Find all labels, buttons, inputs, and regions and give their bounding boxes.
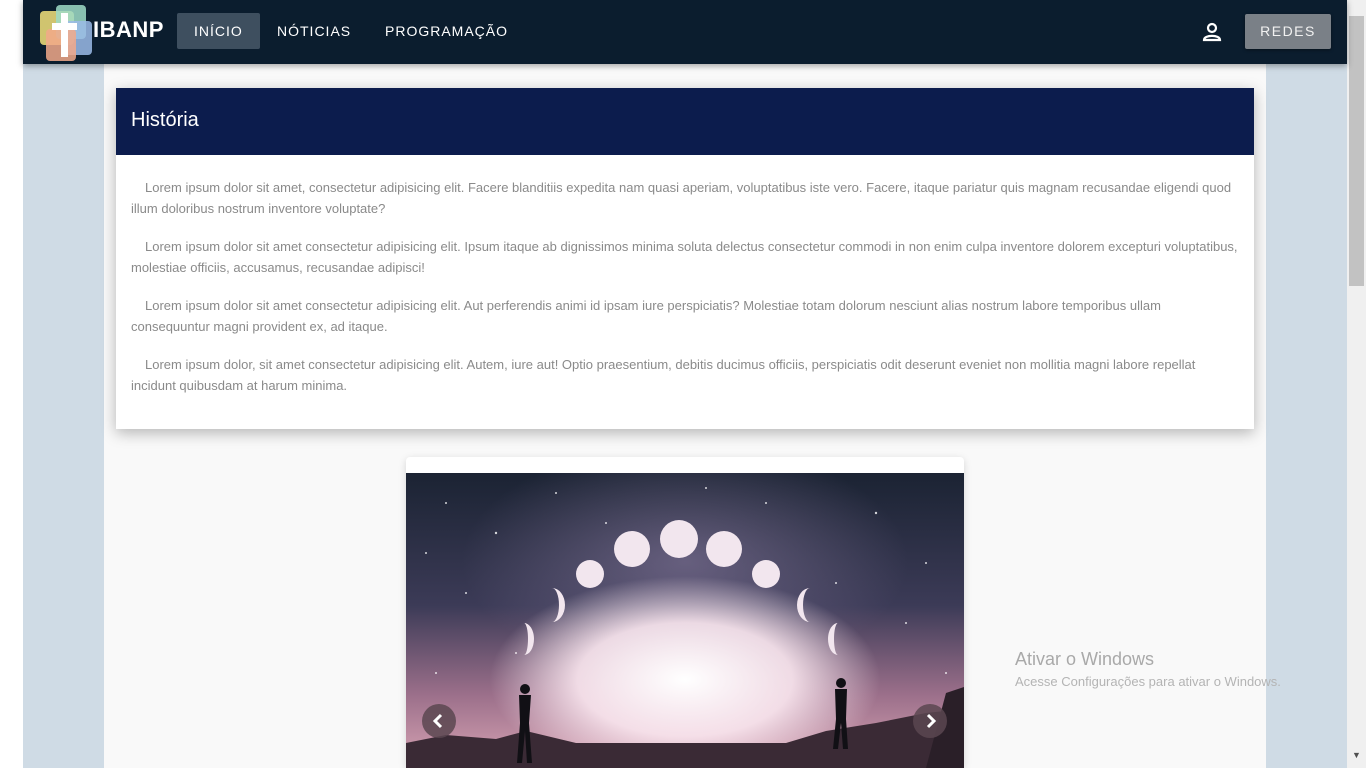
history-paragraph: Lorem ipsum dolor sit amet, consectetur … xyxy=(131,180,1232,216)
brand-logo-icon[interactable] xyxy=(38,5,94,61)
history-title: História xyxy=(116,88,1254,155)
carousel-image xyxy=(406,473,964,768)
redes-button[interactable]: REDES xyxy=(1245,14,1331,49)
nav-item-programacao[interactable]: PROGRAMAÇÃO xyxy=(368,13,525,49)
history-paragraph: Lorem ipsum dolor, sit amet consectetur … xyxy=(131,357,1196,393)
history-body: Lorem ipsum dolor sit amet, consectetur … xyxy=(116,155,1254,396)
nav-item-inicio[interactable]: INÍCIO xyxy=(177,13,260,49)
windows-activation-title: Ativar o Windows xyxy=(1015,649,1155,669)
image-carousel[interactable] xyxy=(406,457,964,768)
top-navbar: IBANP INÍCIO NÓTICIAS PROGRAMAÇÃO REDES xyxy=(23,0,1347,64)
history-paragraph: Lorem ipsum dolor sit amet consectetur a… xyxy=(131,298,1161,334)
scroll-down-arrow-icon[interactable]: ▼ xyxy=(1347,746,1366,764)
windows-activation-subtitle: Acesse Configurações para ativar o Windo… xyxy=(1015,674,1281,689)
history-paragraph: Lorem ipsum dolor sit amet consectetur a… xyxy=(131,239,1238,275)
history-card: História Lorem ipsum dolor sit amet, con… xyxy=(116,88,1254,429)
user-icon[interactable] xyxy=(1201,21,1223,43)
nav-item-noticias[interactable]: NÓTICIAS xyxy=(260,13,368,49)
brand-name[interactable]: IBANP xyxy=(93,17,164,43)
chevron-left-icon[interactable] xyxy=(422,704,456,738)
chevron-right-icon[interactable] xyxy=(913,704,947,738)
scrollbar-thumb[interactable] xyxy=(1349,16,1364,286)
vertical-scrollbar[interactable]: ▼ xyxy=(1347,0,1366,768)
